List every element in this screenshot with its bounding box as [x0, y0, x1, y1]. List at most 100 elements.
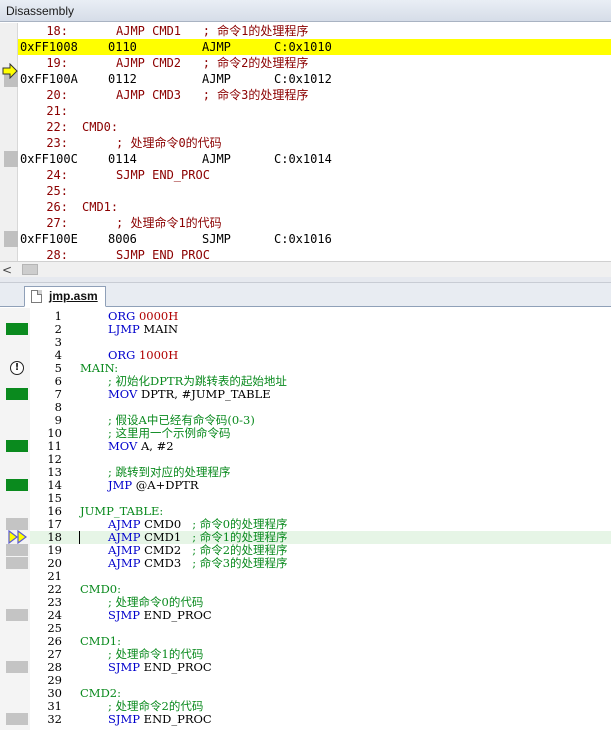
editor-line[interactable]: 20 AJMP CMD3 ; 命令3的处理程序: [30, 557, 611, 570]
source-line[interactable]: 22: CMD0:: [18, 119, 611, 135]
source-line[interactable]: 20: AJMP CMD3 ; 命令3的处理程序: [18, 87, 611, 103]
source-line[interactable]: 19: AJMP CMD2 ; 命令2的处理程序: [18, 55, 611, 71]
code-mnemonic: LJMP: [108, 322, 140, 336]
instruction-mnemonic: AJMP: [202, 152, 231, 166]
code-operand: CMD2: [144, 543, 182, 557]
code-operand: CMD1: [144, 530, 182, 544]
code-text: SJMP END_PROC: [108, 609, 212, 622]
code-mnemonic: ORG: [108, 309, 136, 323]
code-comment: ; 处理命令2的代码: [108, 699, 204, 713]
source-line-number: 28:: [46, 248, 68, 261]
scroll-left-arrow-icon[interactable]: <: [2, 262, 16, 278]
tab-jmp-asm[interactable]: jmp.asm: [24, 286, 106, 307]
instruction-mnemonic: AJMP: [202, 40, 231, 54]
line-number: 32: [47, 712, 62, 726]
current-instruction-arrow-icon: [2, 63, 18, 79]
editor-line[interactable]: 32 SJMP END_PROC: [30, 713, 611, 726]
source-line[interactable]: 27: ; 处理命令1的代码: [18, 215, 611, 231]
source-line[interactable]: 21:: [18, 103, 611, 119]
instruction-opcode: 8006: [108, 232, 137, 246]
disassembly-title: Disassembly: [0, 0, 611, 22]
source-line-text: ; 处理命令1的代码: [116, 216, 222, 230]
code-text: MOV A, #2: [108, 440, 174, 453]
code-comment: ; 跳转到对应的处理程序: [108, 465, 231, 479]
instruction-line[interactable]: 0xFF100A 0112 AJMP C:0x1012: [18, 71, 611, 87]
executed-marker: [4, 151, 18, 167]
warning-circle-icon: !: [10, 361, 24, 375]
source-line-text: AJMP CMD1 ; 命令1的处理程序: [116, 24, 309, 38]
instruction-address: 0xFF100E: [20, 232, 78, 246]
editor-line[interactable]: 11 MOV A, #2: [30, 440, 611, 453]
code-comment: ; 初始化DPTR为跳转表的起始地址: [108, 374, 287, 388]
source-line-text: SJMP END_PROC: [116, 168, 210, 182]
source-line-number: 27:: [46, 216, 68, 230]
instruction-operand: C:0x1016: [274, 232, 332, 246]
code-mnemonic: SJMP: [108, 712, 141, 726]
code-text: ORG 1000H: [108, 349, 178, 362]
editor-line[interactable]: 14 JMP @A+DPTR: [30, 479, 611, 492]
code-comment: ; 命令0的处理程序: [192, 517, 288, 531]
instruction-operand: C:0x1012: [274, 72, 332, 86]
source-line-text: SJMP END_PROC: [116, 248, 210, 261]
disassembly-view[interactable]: 18: AJMP CMD1 ; 命令1的处理程序 0xFF1008 0110 AJMP C…: [0, 23, 611, 261]
editor-line[interactable]: 7 MOV DPTR, #JUMP_TABLE: [30, 388, 611, 401]
editor-line[interactable]: 24 SJMP END_PROC: [30, 609, 611, 622]
code-comment: ; 处理命令1的代码: [108, 647, 204, 661]
tab-label: jmp.asm: [49, 289, 98, 303]
source-line-text: ; 处理命令0的代码: [116, 136, 222, 150]
source-line-number: 22:: [46, 120, 68, 134]
not-executed-line-marker: [6, 609, 28, 621]
instruction-operand: C:0x1010: [274, 40, 332, 54]
code-mnemonic: AJMP: [108, 517, 141, 531]
not-executed-line-marker: [6, 713, 28, 725]
code-mnemonic: SJMP: [108, 608, 141, 622]
code-mnemonic: AJMP: [108, 543, 141, 557]
source-line-number: 18:: [46, 24, 68, 38]
code-text: AJMP CMD3 ; 命令3的处理程序: [108, 557, 288, 570]
code-text: MOV DPTR, #JUMP_TABLE: [108, 388, 271, 401]
code-comment: ; 命令3的处理程序: [192, 556, 288, 570]
disassembly-horizontal-scrollbar[interactable]: <: [0, 261, 611, 277]
not-executed-line-marker: [6, 544, 28, 556]
source-line-text: CMD1:: [82, 200, 119, 214]
code-comment: ; 这里用一个示例命令码: [108, 426, 231, 440]
instruction-line[interactable]: 0xFF100C 0114 AJMP C:0x1014: [18, 151, 611, 167]
source-line-number: 24:: [46, 168, 68, 182]
code-text: JMP @A+DPTR: [108, 479, 199, 492]
source-line-text: AJMP CMD3 ; 命令3的处理程序: [116, 88, 309, 102]
source-line-number: 26:: [46, 200, 68, 214]
instruction-address: 0xFF1008: [20, 40, 78, 54]
code-operand: END_PROC: [143, 660, 212, 674]
source-line[interactable]: 28: SJMP END_PROC: [18, 247, 611, 261]
source-line[interactable]: 25:: [18, 183, 611, 199]
source-line[interactable]: 26: CMD1:: [18, 199, 611, 215]
code-mnemonic: MOV: [108, 387, 138, 401]
instruction-operand: C:0x1014: [274, 152, 332, 166]
code-mnemonic: ORG: [108, 348, 136, 362]
code-mnemonic: SJMP: [108, 660, 141, 674]
source-line[interactable]: 18: AJMP CMD1 ; 命令1的处理程序: [18, 23, 611, 39]
code-operand: 0000H: [138, 309, 179, 323]
executed-line-marker: [6, 323, 28, 335]
instruction-line[interactable]: 0xFF1008 0110 AJMP C:0x1010: [18, 39, 611, 55]
editor-line[interactable]: 28 SJMP END_PROC: [30, 661, 611, 674]
scrollbar-thumb[interactable]: [22, 264, 38, 275]
instruction-address: 0xFF100A: [20, 72, 78, 86]
editor-line[interactable]: 2 LJMP MAIN: [30, 323, 611, 336]
source-line-number: 23:: [46, 136, 68, 150]
instruction-line[interactable]: 0xFF100E 8006 SJMP C:0x1016: [18, 231, 611, 247]
code-operand: 1000H: [138, 348, 179, 362]
instruction-opcode: 0110: [108, 40, 137, 54]
code-comment: ; 命令2的处理程序: [192, 543, 288, 557]
code-mnemonic: AJMP: [108, 556, 141, 570]
executed-line-marker: [6, 440, 28, 452]
source-line[interactable]: 23: ; 处理命令0的代码: [18, 135, 611, 151]
code-text: LJMP MAIN: [108, 323, 178, 336]
not-executed-line-marker: [6, 661, 28, 673]
instruction-mnemonic: SJMP: [202, 232, 231, 246]
not-executed-line-marker: [6, 557, 28, 569]
code-comment: ; 假设A中已经有命令码(0-3): [108, 413, 255, 427]
source-editor[interactable]: ! 1 ORG 0000H 2 LJMP MAIN 3 4 ORG 1000H 5 MAIN: 6…: [0, 308, 611, 730]
code-mnemonic: AJMP: [108, 530, 141, 544]
source-line[interactable]: 24: SJMP END_PROC: [18, 167, 611, 183]
